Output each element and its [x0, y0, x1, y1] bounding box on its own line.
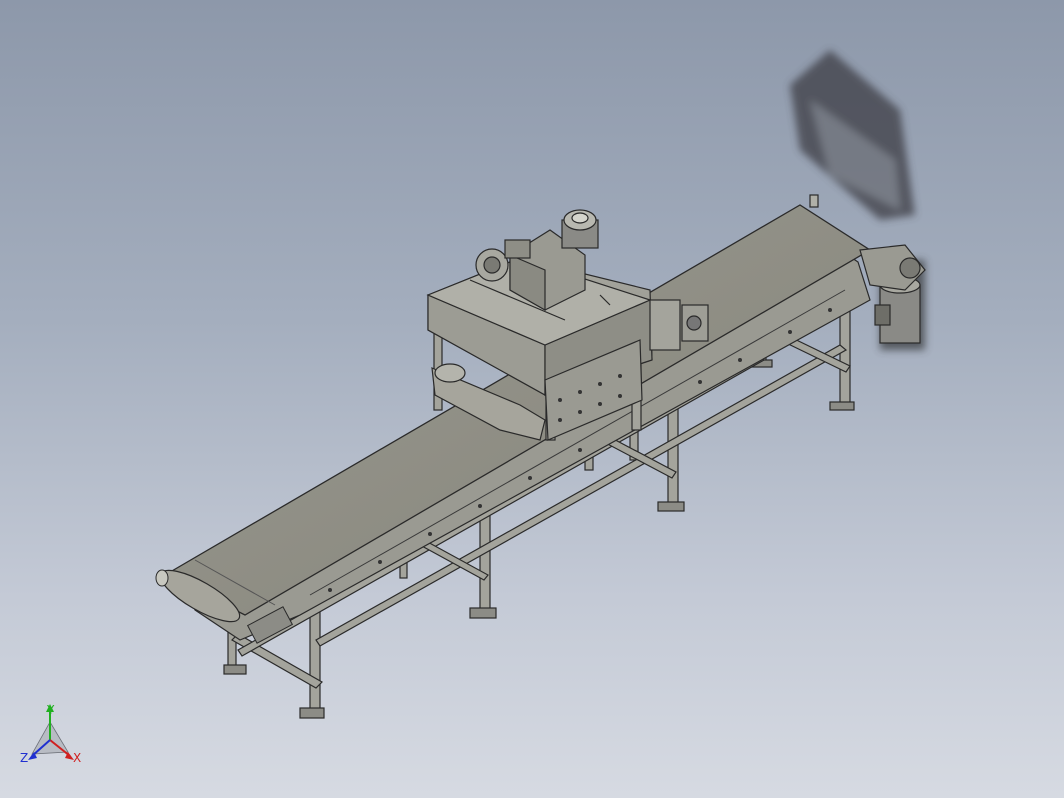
conveyor-assembly-model[interactable]: [0, 0, 1064, 798]
graphics-viewport[interactable]: Y X Z: [0, 0, 1064, 798]
x-axis-label: X: [73, 751, 81, 765]
axis-triad: Y X Z: [20, 703, 81, 765]
y-axis-label: Y: [46, 703, 55, 717]
z-axis-label: Z: [20, 751, 28, 765]
